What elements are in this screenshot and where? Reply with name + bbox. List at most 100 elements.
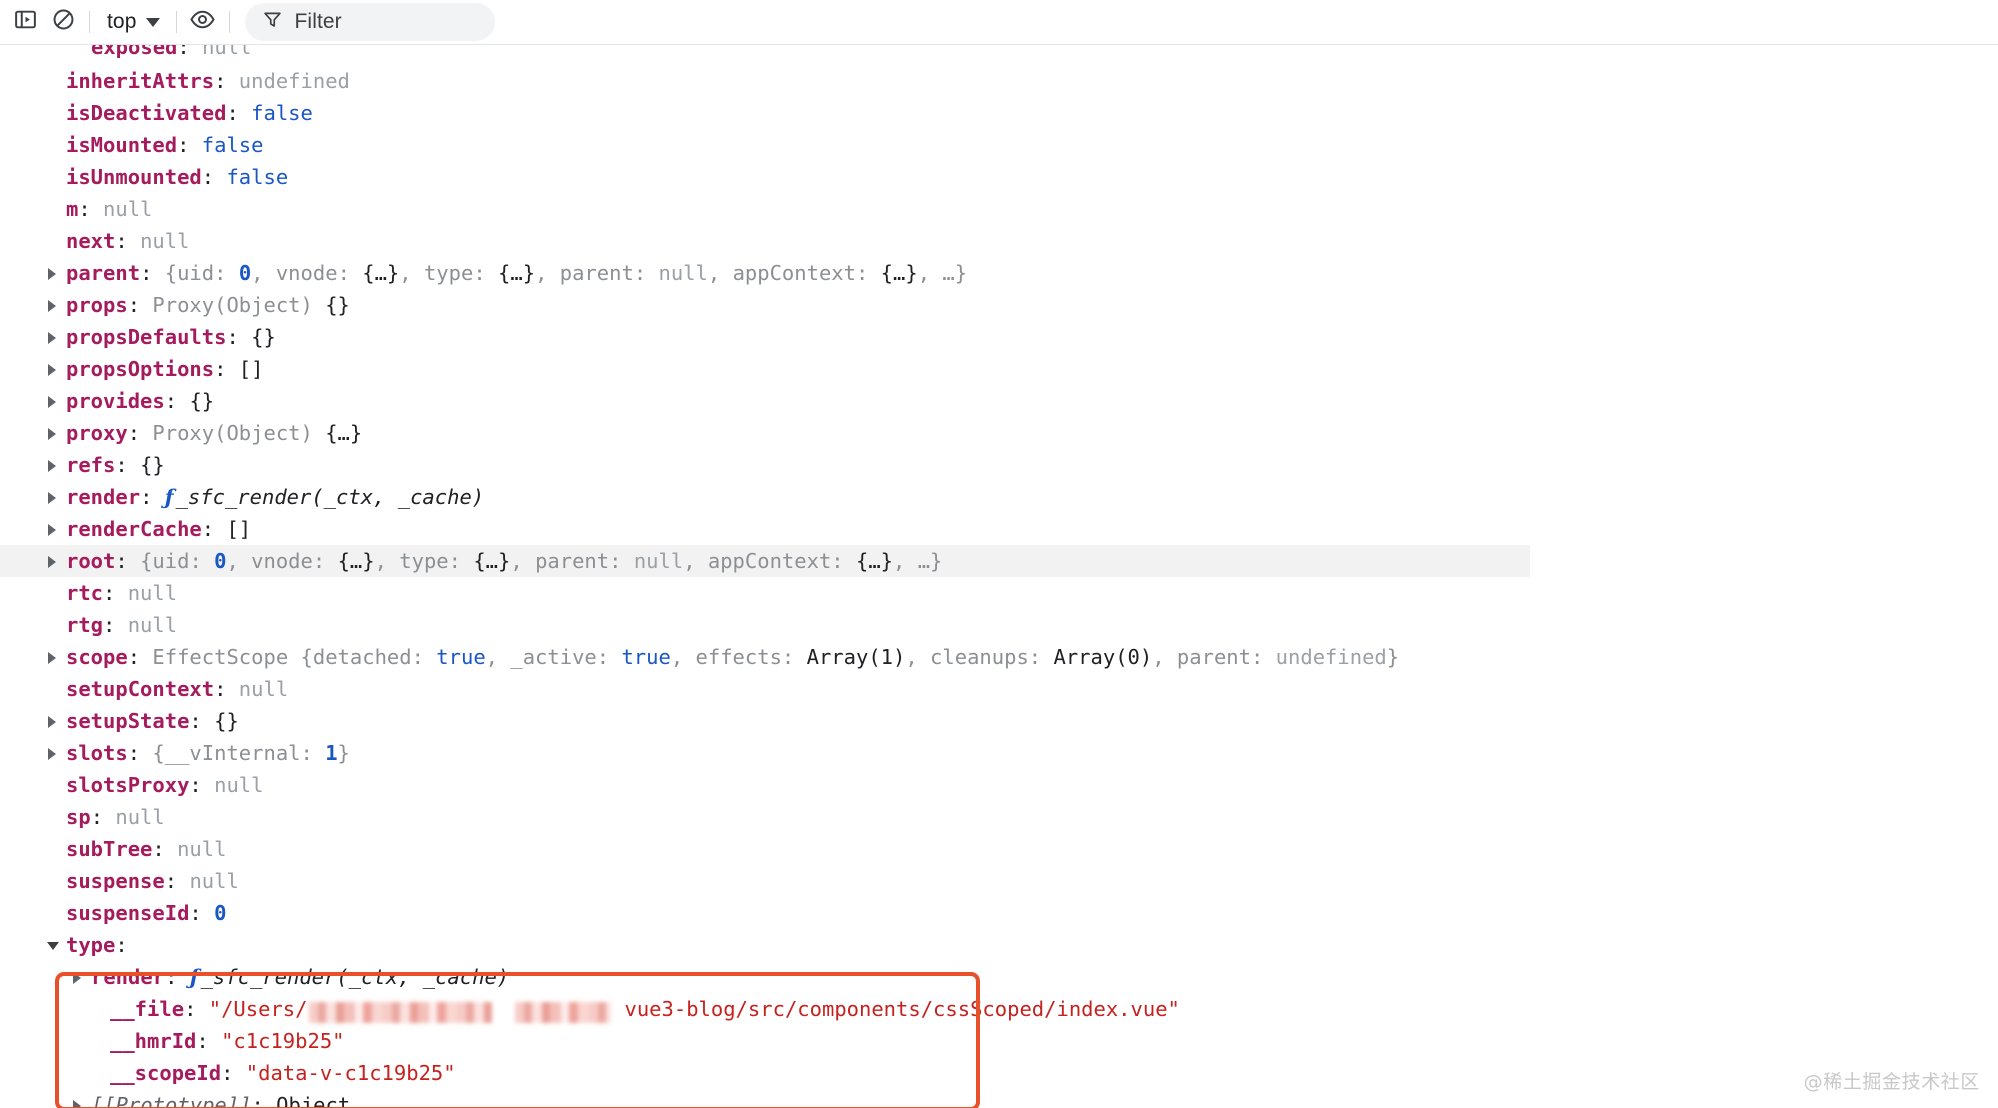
console-settings-eye-button[interactable] xyxy=(184,3,222,41)
object-property-row-scope[interactable]: scope: EffectScope {detached: true, _act… xyxy=(0,641,1998,673)
object-property-row-isUnmounted[interactable]: isUnmounted: false xyxy=(0,161,1998,193)
object-property-row-type-render[interactable]: render: ƒ_sfc_render(_ctx, _cache) xyxy=(0,961,1998,993)
execution-context-selector[interactable]: top xyxy=(97,6,169,38)
expand-triangle-icon[interactable] xyxy=(47,289,61,321)
property-value: {} xyxy=(189,389,215,413)
expand-triangle-icon[interactable] xyxy=(72,961,86,993)
expand-triangle-icon[interactable] xyxy=(47,737,61,769)
console-output[interactable]: exposed: null inheritAttrs: undefined is… xyxy=(0,45,1998,1108)
object-property-row-subTree[interactable]: subTree: null xyxy=(0,833,1998,865)
object-property-row-refs[interactable]: refs: {} xyxy=(0,449,1998,481)
object-property-row-exposed[interactable]: exposed: null xyxy=(0,45,1998,63)
object-property-row-provides[interactable]: provides: {} xyxy=(0,385,1998,417)
object-property-row-setupState[interactable]: setupState: {} xyxy=(0,705,1998,737)
proxy-label: Proxy(Object) xyxy=(152,293,313,317)
property-key: __scopeId xyxy=(110,1061,222,1085)
property-value: null xyxy=(238,677,289,701)
toggle-sidebar-button[interactable] xyxy=(6,3,44,41)
property-value: {} xyxy=(214,709,239,733)
console-toolbar: top Filter xyxy=(0,0,1998,45)
object-property-row-type-hmrId[interactable]: __hmrId: "c1c19b25" xyxy=(0,1025,1998,1057)
preview-open-brace: { xyxy=(140,549,153,573)
preview-close-brace: } xyxy=(1386,645,1400,669)
preview-value-appcontext: {…} xyxy=(880,261,918,285)
preview-key-vnode: vnode xyxy=(251,549,313,573)
object-property-row-type[interactable]: type: xyxy=(0,929,1998,961)
property-value: {} xyxy=(140,453,165,477)
property-value: false xyxy=(201,133,264,157)
object-property-row-type-scopeId[interactable]: __scopeId: "data-v-c1c19b25" xyxy=(0,1057,1998,1089)
property-value: null xyxy=(127,581,178,605)
object-property-row-setupContext[interactable]: setupContext: null xyxy=(0,673,1998,705)
object-property-row-isMounted[interactable]: isMounted: false xyxy=(0,129,1998,161)
preview-value-uid: 0 xyxy=(214,549,227,573)
property-value: null xyxy=(115,805,165,829)
property-value: false xyxy=(226,165,289,189)
object-property-row-m[interactable]: m: null xyxy=(0,193,1998,225)
preview-open-brace: { xyxy=(164,261,178,285)
expand-triangle-icon[interactable] xyxy=(47,321,61,353)
scope-key-cleanups: cleanups xyxy=(930,645,1029,669)
preview-value-parent: null xyxy=(633,549,684,573)
scope-value-effects: Array(1) xyxy=(806,645,906,669)
property-key: type xyxy=(66,933,116,957)
object-property-row-next[interactable]: next: null xyxy=(0,225,1998,257)
expand-triangle-icon[interactable] xyxy=(47,641,61,673)
expand-triangle-icon[interactable] xyxy=(47,353,61,385)
object-property-row-rtc[interactable]: rtc: null xyxy=(0,577,1998,609)
object-property-row-propsDefaults[interactable]: propsDefaults: {} xyxy=(0,321,1998,353)
property-key: rtc xyxy=(66,581,104,605)
function-signature: _sfc_render(_ctx, _cache) xyxy=(175,485,485,509)
object-property-row-parent[interactable]: parent: {uid: 0, vnode: {…}, type: {…}, … xyxy=(0,257,1998,289)
clear-console-button[interactable] xyxy=(44,3,82,41)
expand-triangle-icon[interactable] xyxy=(47,417,61,449)
expand-triangle-icon[interactable] xyxy=(47,513,61,545)
expand-triangle-icon[interactable] xyxy=(47,257,61,289)
preview-open-brace: { xyxy=(300,645,313,669)
object-property-row-suspenseId[interactable]: suspenseId: 0 xyxy=(0,897,1998,929)
watermark: @稀土掘金技术社区 xyxy=(1803,1071,1980,1093)
object-property-row-type-file[interactable]: __file: "/Users/vue3-blog/src/components… xyxy=(0,993,1998,1025)
property-value: false xyxy=(251,101,313,125)
object-property-row-proxy[interactable]: proxy: Proxy(Object) {…} xyxy=(0,417,1998,449)
proxy-label: Proxy(Object) xyxy=(152,421,313,445)
property-key: [[Prototype]] xyxy=(91,1093,252,1108)
property-value: null xyxy=(202,45,252,59)
preview-key-vnode: vnode xyxy=(275,261,338,285)
object-property-row-root[interactable]: root: {uid: 0, vnode: {…}, type: {…}, pa… xyxy=(0,545,1530,577)
property-key: scope xyxy=(66,645,128,669)
object-property-row-inheritAttrs[interactable]: inheritAttrs: undefined xyxy=(0,65,1998,97)
slots-value-vinternal: 1 xyxy=(325,741,338,765)
scope-key-active: _active xyxy=(510,645,597,669)
filter-placeholder: Filter xyxy=(294,10,342,33)
toolbar-divider-2 xyxy=(175,11,177,33)
object-property-row-slotsProxy[interactable]: slotsProxy: null xyxy=(0,769,1998,801)
collapse-triangle-icon[interactable] xyxy=(47,929,61,961)
object-property-row-rtg[interactable]: rtg: null xyxy=(0,609,1998,641)
property-value: {} xyxy=(325,293,350,317)
expand-triangle-icon[interactable] xyxy=(47,481,61,513)
preview-key-appcontext: appContext xyxy=(732,261,856,285)
expand-triangle-icon[interactable] xyxy=(47,705,61,737)
expand-triangle-icon[interactable] xyxy=(47,385,61,417)
object-property-row-renderCache[interactable]: renderCache: [] xyxy=(0,513,1998,545)
object-property-row-props[interactable]: props: Proxy(Object) {} xyxy=(0,289,1998,321)
property-key: refs xyxy=(66,453,116,477)
expand-triangle-icon[interactable] xyxy=(72,1089,86,1108)
object-property-row-suspense[interactable]: suspense: null xyxy=(0,865,1998,897)
property-key: renderCache xyxy=(66,517,202,541)
property-value: null xyxy=(214,773,264,797)
expand-triangle-icon[interactable] xyxy=(47,545,61,577)
filter-input[interactable]: Filter xyxy=(244,3,495,41)
object-property-row-slots[interactable]: slots: {__vInternal: 1} xyxy=(0,737,1998,769)
object-property-row-render[interactable]: render: ƒ_sfc_render(_ctx, _cache) xyxy=(0,481,1998,513)
preview-key-type: type xyxy=(399,549,449,573)
expand-triangle-icon[interactable] xyxy=(47,449,61,481)
object-property-row-sp[interactable]: sp: null xyxy=(0,801,1998,833)
property-key: propsOptions xyxy=(66,357,215,381)
object-property-row-propsOptions[interactable]: propsOptions: [] xyxy=(0,353,1998,385)
object-property-row-isDeactivated[interactable]: isDeactivated: false xyxy=(0,97,1998,129)
eye-icon xyxy=(189,6,216,38)
preview-value-parent: null xyxy=(658,261,708,285)
object-property-row-prototype[interactable]: [[Prototype]]: Object xyxy=(0,1089,1998,1108)
